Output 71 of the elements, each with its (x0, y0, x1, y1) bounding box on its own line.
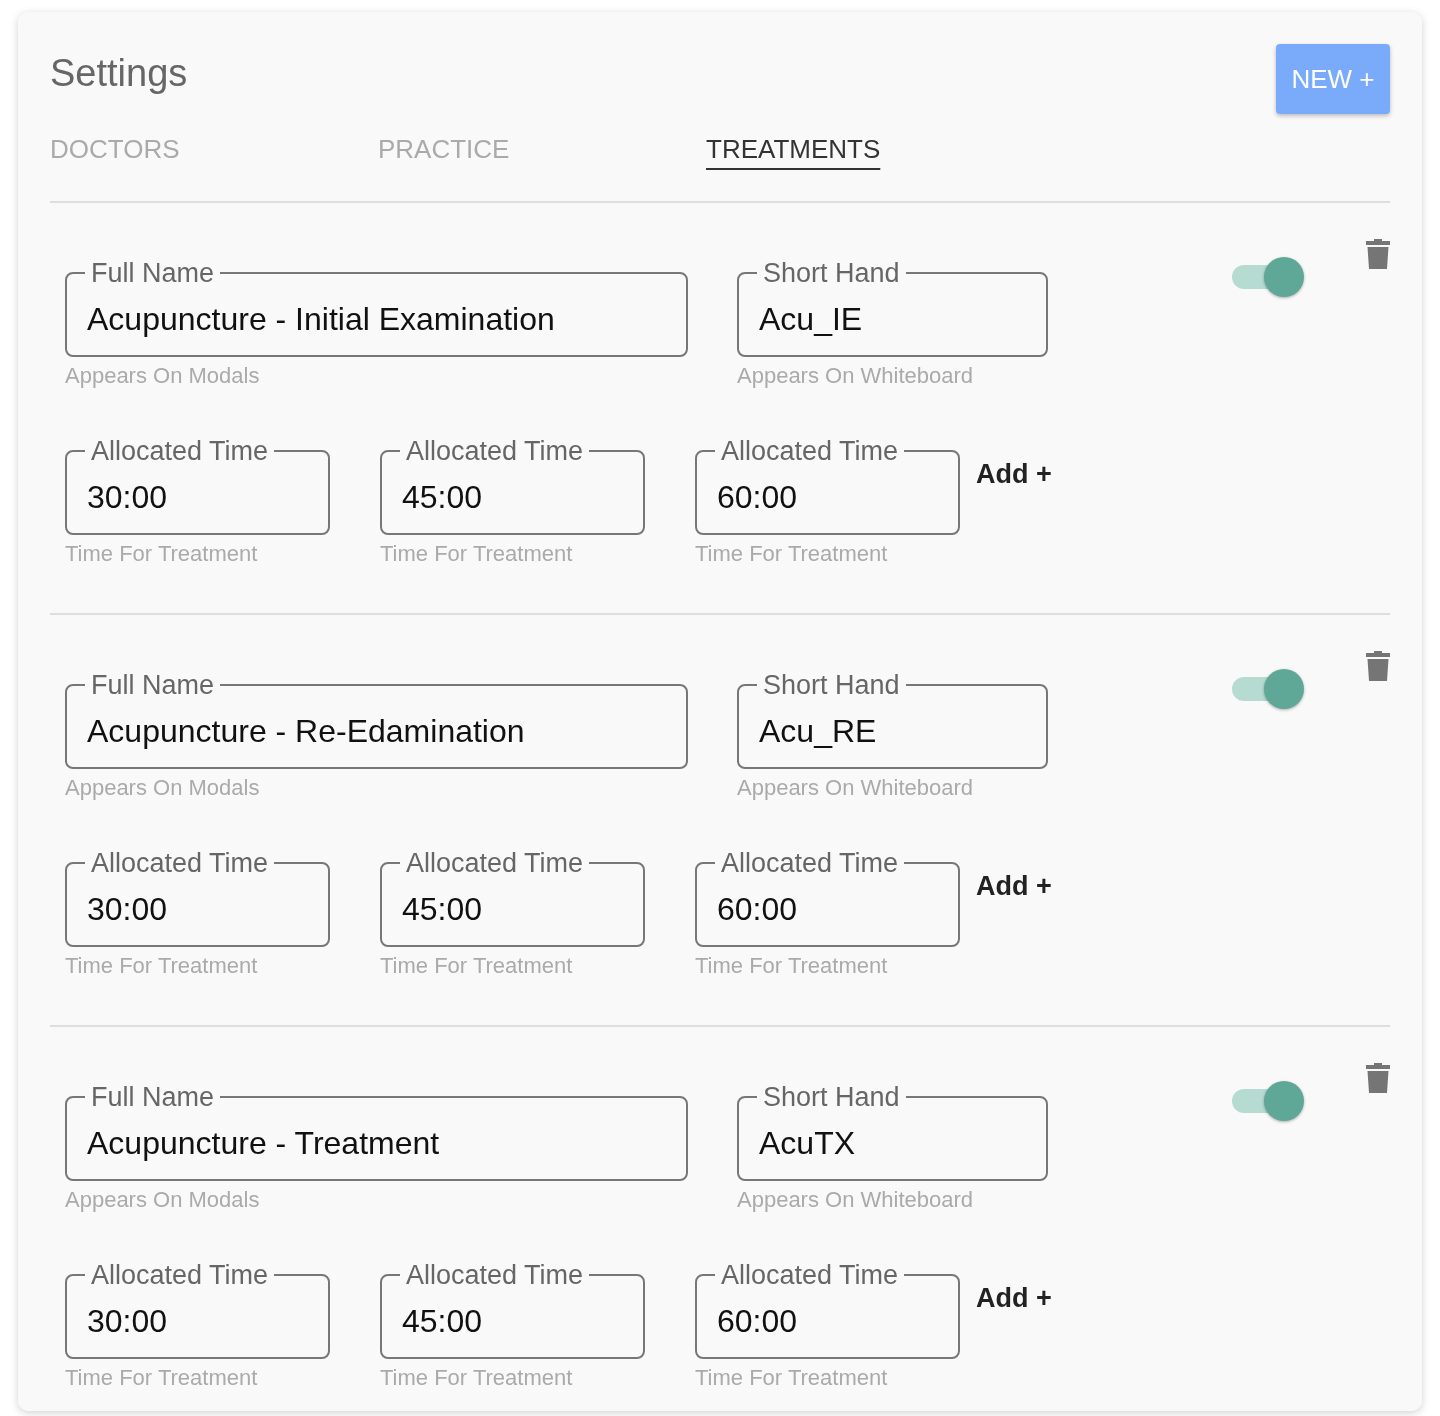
helper-text: Appears On Modals (65, 1187, 261, 1213)
full-name-input[interactable]: Acupuncture - Initial Examination (83, 287, 670, 351)
delete-icon[interactable] (1366, 1063, 1390, 1093)
full-name-input[interactable]: Acupuncture - Re-Edamination (83, 699, 670, 763)
helper-text: Time For Treatment (695, 953, 889, 979)
delete-icon[interactable] (1366, 239, 1390, 269)
field-label: Allocated Time (90, 437, 270, 465)
add-button[interactable]: Add + (976, 1283, 1052, 1314)
helper-text: Time For Treatment (380, 953, 574, 979)
time-field[interactable]: Allocated Time 45:00 (380, 437, 645, 535)
field-label: Allocated Time (405, 437, 585, 465)
field-label: Allocated Time (90, 1261, 270, 1289)
field-label: Full Name (90, 1083, 216, 1111)
time-input[interactable]: 45:00 (398, 1289, 627, 1353)
toggle-switch[interactable] (1232, 1079, 1304, 1123)
time-input[interactable]: 45:00 (398, 465, 627, 529)
field-label: Short Hand (762, 671, 901, 699)
time-input[interactable]: 45:00 (398, 877, 627, 941)
full-name-input[interactable]: Acupuncture - Treatment (83, 1111, 670, 1175)
helper-text: Appears On Whiteboard (737, 1187, 975, 1213)
delete-icon[interactable] (1366, 651, 1390, 681)
time-input[interactable]: 30:00 (83, 1289, 312, 1353)
time-input[interactable]: 60:00 (713, 465, 942, 529)
helper-text: Time For Treatment (695, 541, 889, 567)
field-label: Short Hand (762, 259, 901, 287)
add-button[interactable]: Add + (976, 459, 1052, 490)
time-field[interactable]: Allocated Time 30:00 (65, 849, 330, 947)
time-field[interactable]: Allocated Time 45:00 (380, 849, 645, 947)
helper-text: Appears On Whiteboard (737, 363, 975, 389)
field-label: Allocated Time (720, 849, 900, 877)
short-hand-field[interactable]: Short Hand Acu_IE (737, 259, 1048, 357)
time-field[interactable]: Allocated Time 30:00 (65, 437, 330, 535)
full-name-field[interactable]: Full Name Acupuncture - Re-Edamination (65, 671, 688, 769)
field-label: Allocated Time (720, 1261, 900, 1289)
time-input[interactable]: 60:00 (713, 877, 942, 941)
field-label: Short Hand (762, 1083, 901, 1111)
time-input[interactable]: 30:00 (83, 465, 312, 529)
toggle-switch[interactable] (1232, 255, 1304, 299)
helper-text: Appears On Modals (65, 775, 261, 801)
helper-text: Appears On Whiteboard (737, 775, 975, 801)
add-button[interactable]: Add + (976, 871, 1052, 902)
helper-text: Time For Treatment (695, 1365, 889, 1391)
tab[interactable]: TREATMENTS (706, 134, 1034, 165)
field-label: Full Name (90, 259, 216, 287)
field-label: Full Name (90, 671, 216, 699)
helper-text: Time For Treatment (65, 953, 259, 979)
time-field[interactable]: Allocated Time 60:00 (695, 437, 960, 535)
field-label: Allocated Time (405, 849, 585, 877)
short-hand-field[interactable]: Short Hand Acu_RE (737, 671, 1048, 769)
field-label: Allocated Time (405, 1261, 585, 1289)
toggle-switch[interactable] (1232, 667, 1304, 711)
time-field[interactable]: Allocated Time 45:00 (380, 1261, 645, 1359)
field-label: Allocated Time (720, 437, 900, 465)
short-hand-field[interactable]: Short Hand AcuTX (737, 1083, 1048, 1181)
time-field[interactable]: Allocated Time 60:00 (695, 849, 960, 947)
helper-text: Appears On Modals (65, 363, 261, 389)
helper-text: Time For Treatment (380, 541, 574, 567)
time-input[interactable]: 30:00 (83, 877, 312, 941)
full-name-field[interactable]: Full Name Acupuncture - Treatment (65, 1083, 688, 1181)
short-hand-input[interactable]: Acu_IE (755, 287, 1030, 351)
helper-text: Time For Treatment (65, 1365, 259, 1391)
time-field[interactable]: Allocated Time 60:00 (695, 1261, 960, 1359)
short-hand-input[interactable]: Acu_RE (755, 699, 1030, 763)
time-field[interactable]: Allocated Time 30:00 (65, 1261, 330, 1359)
field-label: Allocated Time (90, 849, 270, 877)
short-hand-input[interactable]: AcuTX (755, 1111, 1030, 1175)
full-name-field[interactable]: Full Name Acupuncture - Initial Examination (65, 259, 688, 357)
helper-text: Time For Treatment (65, 541, 259, 567)
page-title: Settings (50, 52, 188, 95)
helper-text: Time For Treatment (380, 1365, 574, 1391)
time-input[interactable]: 60:00 (713, 1289, 942, 1353)
